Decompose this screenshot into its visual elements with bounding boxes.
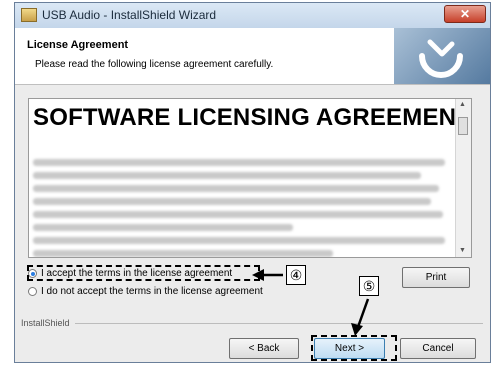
- next-arrowhead-icon: [351, 323, 363, 336]
- callout-next: ⑤: [359, 276, 379, 296]
- accept-arrowhead-icon: [252, 269, 264, 281]
- annotation-arrows: [252, 269, 370, 336]
- next-arrow: [356, 298, 370, 328]
- callout-accept: ④: [286, 265, 306, 285]
